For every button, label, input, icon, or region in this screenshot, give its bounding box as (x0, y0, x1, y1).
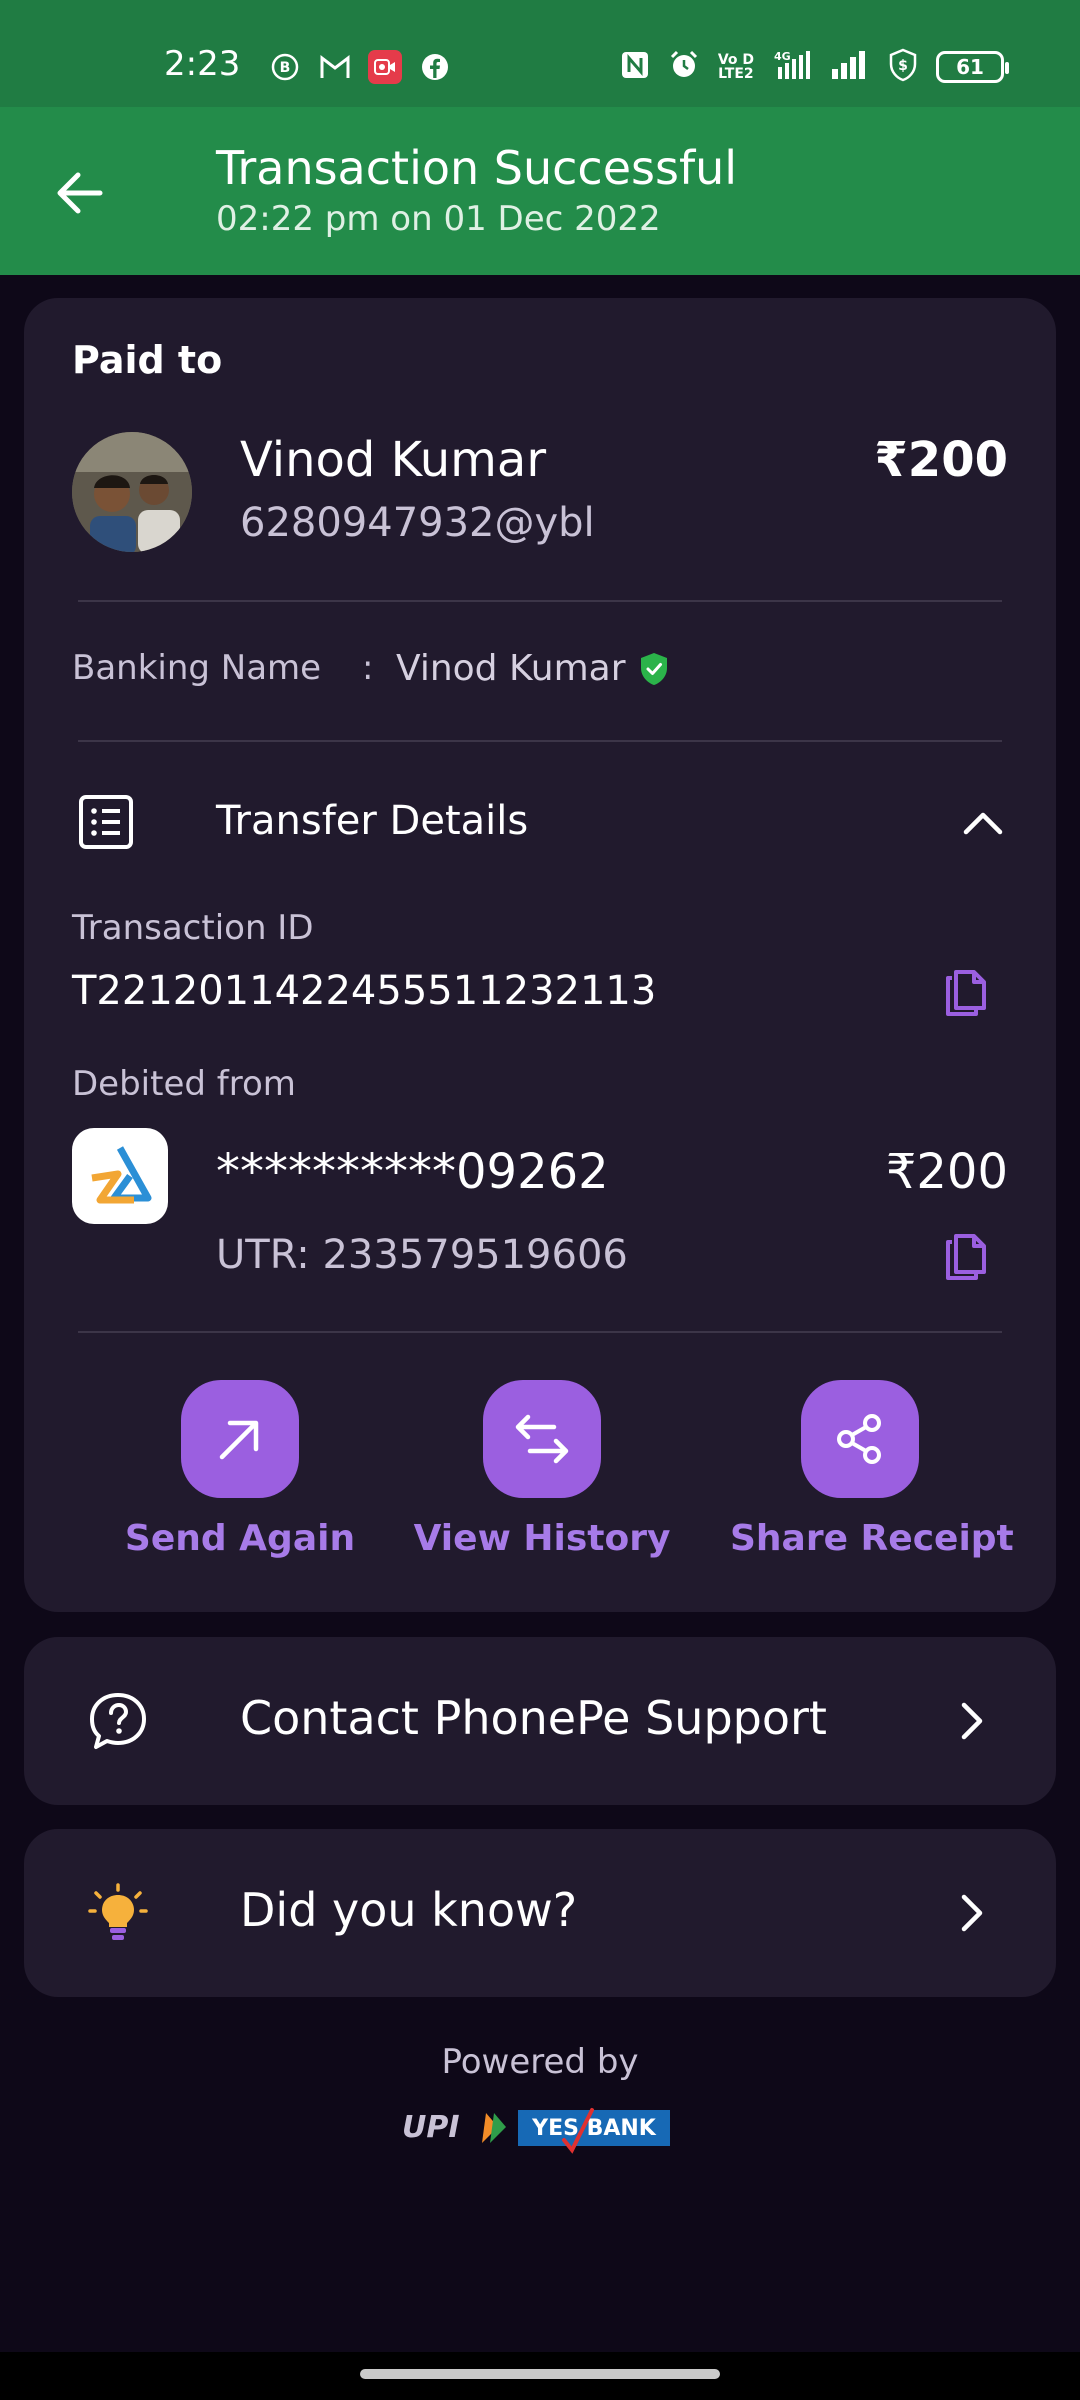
contact-support-row[interactable]: Contact PhonePe Support (24, 1637, 1056, 1805)
share-receipt-label: Share Receipt (730, 1518, 1014, 1559)
verified-shield-icon (640, 652, 667, 685)
banking-name-text: Vinod Kumar (396, 648, 626, 689)
share-receipt-icon-circle (801, 1380, 919, 1498)
transfer-details-title: Transfer Details (216, 798, 529, 844)
did-you-know-label: Did you know? (240, 1883, 578, 1937)
svg-text:B: B (280, 60, 291, 76)
payee-upi-id: 6280947932@ybl (240, 500, 595, 546)
shield-dollar-icon: $ (888, 48, 918, 86)
svg-text:UPI: UPI (402, 2110, 460, 2145)
notification-icons: B (268, 50, 452, 84)
copy-icon (946, 970, 986, 1016)
send-again-button[interactable]: Send Again (110, 1380, 370, 1559)
system-icons: Vo D LTE2 4G $ 61 (620, 48, 1009, 86)
transaction-id-value: T2212011422455511232113 (72, 968, 657, 1014)
debit-account-number: **********09262 (216, 1144, 609, 1200)
battery-icon: 61 (936, 51, 1009, 83)
share-receipt-button[interactable]: Share Receipt (730, 1380, 1014, 1559)
transaction-timestamp: 02:22 pm on 01 Dec 2022 (216, 199, 661, 239)
utr-number: UTR: 233579519606 (216, 1232, 628, 1278)
arrow-up-right-icon (219, 1420, 259, 1460)
svg-text:$: $ (898, 58, 908, 74)
facebook-icon (418, 50, 452, 84)
copy-transaction-id-button[interactable] (944, 968, 990, 1018)
back-button[interactable] (52, 163, 112, 223)
alarm-icon (668, 49, 700, 85)
lightbulb-icon (88, 1883, 148, 1940)
help-chat-icon (90, 1693, 146, 1749)
did-you-know-row[interactable]: Did you know? (24, 1829, 1056, 1997)
banking-name-separator: : (362, 648, 374, 688)
transfer-details-toggle[interactable]: Transfer Details (78, 788, 1008, 860)
debited-from-label: Debited from (72, 1064, 296, 1104)
banking-name-label: Banking Name (72, 648, 322, 688)
transaction-id-label: Transaction ID (72, 908, 314, 948)
red-tick-icon (562, 2108, 594, 2154)
chevron-right-icon (961, 1894, 983, 1932)
copy-utr-button[interactable] (944, 1232, 990, 1282)
avatar (72, 432, 192, 552)
4g-signal-icon: 4G (772, 49, 812, 85)
chevron-right-icon (961, 1702, 983, 1740)
send-again-label: Send Again (124, 1518, 356, 1559)
divider (78, 740, 1002, 742)
status-bar: 2:23 B Vo D LTE2 4G $ 61 (0, 0, 1080, 107)
debit-amount: ₹200 (885, 1144, 1008, 1200)
receipt-list-icon (79, 795, 133, 849)
screen-record-icon (368, 50, 402, 84)
svg-text:4G: 4G (774, 50, 791, 63)
yes-bank-logo: YES BANK (518, 2108, 670, 2154)
view-history-label: View History (413, 1518, 671, 1559)
powered-by-text: Powered by (441, 2042, 639, 2082)
status-time: 2:23 (164, 44, 241, 84)
payee-name: Vinod Kumar (240, 432, 547, 488)
partner-logos: UPI YES BANK (400, 2104, 680, 2154)
divider (78, 600, 1002, 602)
copy-icon (946, 1234, 986, 1280)
banking-name-value: Vinod Kumar (396, 648, 670, 689)
nfc-icon (620, 50, 650, 84)
signal-icon (830, 49, 870, 85)
share-icon (837, 1414, 881, 1464)
view-history-icon-circle (483, 1380, 601, 1498)
chevron-up-icon (963, 812, 1003, 835)
quick-actions: Send Again View History Share Receipt (24, 1380, 1056, 1580)
contact-support-label: Contact PhonePe Support (240, 1691, 827, 1745)
view-history-button[interactable]: View History (412, 1380, 672, 1559)
arrow-left-icon (57, 172, 103, 214)
b-icon: B (268, 50, 302, 84)
transaction-card: Paid to Vinod Kumar 6280947932@ybl ₹200 … (24, 298, 1056, 1612)
home-gesture-handle[interactable] (360, 2369, 720, 2379)
paid-to-label: Paid to (72, 338, 223, 382)
swap-arrows-icon (515, 1414, 569, 1464)
app-header: Transaction Successful 02:22 pm on 01 De… (0, 107, 1080, 275)
gmail-icon (318, 50, 352, 84)
system-nav-bar (0, 2352, 1080, 2400)
send-again-icon-circle (181, 1380, 299, 1498)
page-title: Transaction Successful (216, 141, 738, 195)
upi-logo: UPI (402, 2110, 506, 2145)
volte-icon: Vo D LTE2 (717, 52, 754, 82)
paid-amount: ₹200 (874, 432, 1008, 488)
divider (78, 1331, 1002, 1333)
bank-logo (72, 1128, 168, 1224)
